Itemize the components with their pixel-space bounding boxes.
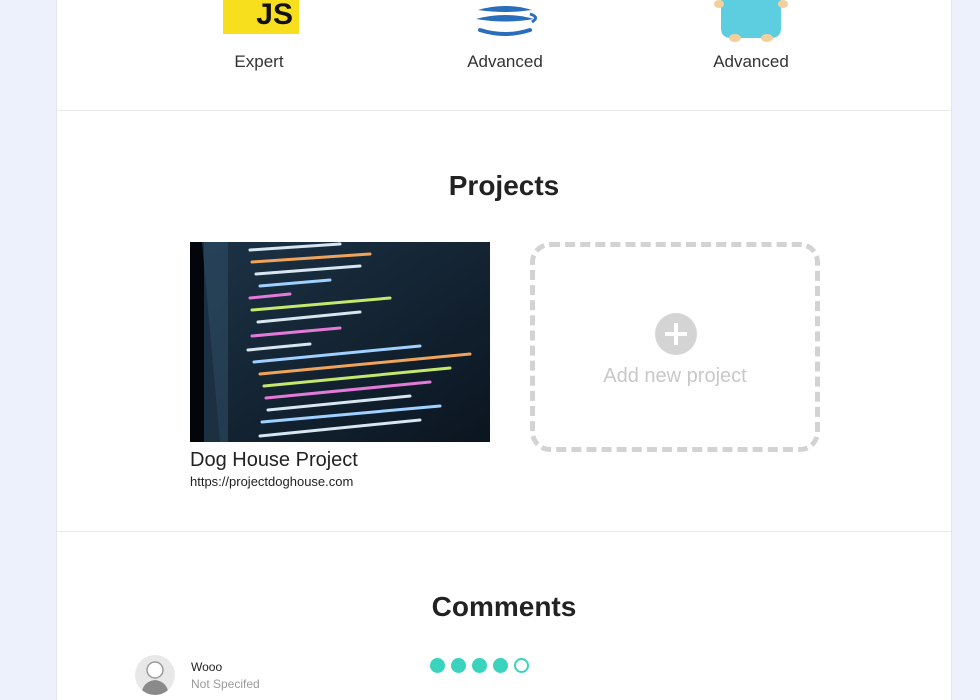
project-name[interactable]: Dog House Project [190, 449, 358, 472]
code-screenshot-icon [190, 242, 490, 442]
divider [57, 110, 951, 111]
divider [57, 531, 951, 532]
rating-dots [430, 658, 529, 673]
skill-level: Advanced [713, 52, 789, 71]
add-project-label: Add new project [603, 365, 747, 387]
add-project-button[interactable]: Add new project [530, 242, 820, 452]
rating-dot-filled [472, 658, 487, 673]
project-thumbnail[interactable] [190, 242, 490, 442]
project-url[interactable]: https://projectdoghouse.com [190, 474, 353, 489]
plus-circle-icon [655, 313, 697, 355]
java-logo-icon [476, 6, 537, 36]
comment-author: Wooo [191, 660, 223, 674]
go-gopher-logo-icon [714, 0, 788, 42]
projects-title: Projects [448, 170, 560, 201]
rating-dot-filled [430, 658, 445, 673]
profile-card: JS Expert Advanced Advanced Projects Dog… [56, 0, 952, 700]
comments-title: Comments [431, 591, 577, 622]
avatar [135, 655, 175, 695]
user-avatar-icon [141, 661, 169, 695]
rating-dot-empty [514, 658, 529, 673]
skill-level: Expert [234, 52, 284, 71]
rating-dot-filled [451, 658, 466, 673]
rating-dot-filled [493, 658, 508, 673]
skill-level: Advanced [467, 52, 543, 71]
javascript-logo-icon: JS [223, 0, 299, 34]
comment-meta: Not Specifed [191, 677, 260, 691]
